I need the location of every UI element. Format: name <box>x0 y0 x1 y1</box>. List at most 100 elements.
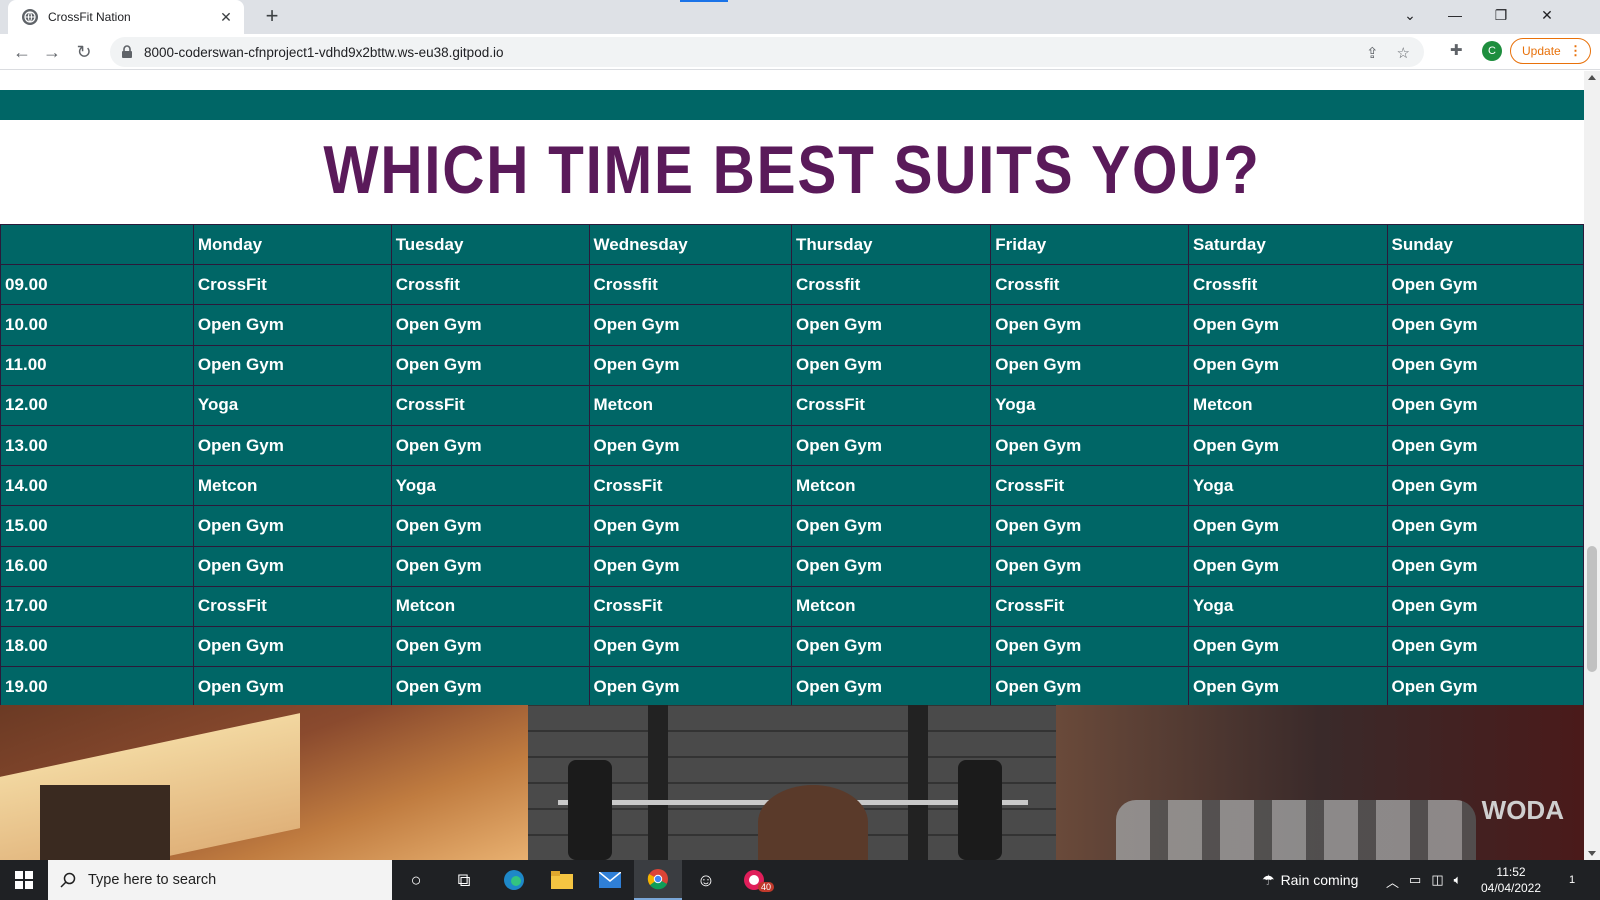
class-cell: Open Gym <box>1188 545 1388 587</box>
time-cell: 12.00 <box>0 384 194 426</box>
scrollbar-thumb[interactable] <box>1587 546 1597 672</box>
page-scrollbar[interactable] <box>1584 71 1600 860</box>
class-cell: Open Gym <box>990 625 1190 668</box>
class-cell: Open Gym <box>192 344 392 386</box>
minimize-button[interactable]: — <box>1432 0 1478 30</box>
weather-text: Rain coming <box>1280 872 1359 888</box>
close-tab-icon[interactable]: ✕ <box>218 9 234 25</box>
class-cell: Open Gym <box>1386 545 1584 587</box>
taskbar-clock[interactable]: 11:52 04/04/2022 <box>1478 864 1544 896</box>
chrome-icon[interactable] <box>634 860 682 900</box>
tab-search-icon[interactable]: ⌄ <box>1387 0 1433 30</box>
class-cell: Metcon <box>1188 384 1388 426</box>
table-row: 15.00 Open Gym Open Gym Open Gym Open Gym Ope… <box>0 505 1584 547</box>
network-icon[interactable]: ◫ <box>1431 872 1443 891</box>
class-cell: Yoga <box>192 384 392 426</box>
class-cell: Open Gym <box>790 545 992 587</box>
restore-button[interactable]: ❐ <box>1478 0 1524 30</box>
time-cell: 19.00 <box>0 666 194 708</box>
slack-icon[interactable]: 40 <box>730 860 778 900</box>
clock-date: 04/04/2022 <box>1480 881 1542 895</box>
class-cell: CrossFit <box>588 465 792 507</box>
back-button[interactable]: ← <box>10 40 34 64</box>
class-cell: Open Gym <box>990 304 1190 346</box>
table-row: 14.00 Metcon Yoga CrossFit Metcon CrossFit Yog… <box>0 465 1584 507</box>
class-cell: Open Gym <box>390 304 590 346</box>
update-label: Update <box>1522 44 1561 58</box>
close-window-button[interactable]: ✕ <box>1524 0 1570 30</box>
new-tab-button[interactable]: + <box>260 5 284 29</box>
schedule-header-row: Monday Tuesday Wednesday Thursday Friday… <box>0 223 1584 266</box>
header-time-cell <box>0 223 194 266</box>
class-cell: Open Gym <box>790 625 992 668</box>
bookmark-star-icon[interactable]: ☆ <box>1397 44 1410 62</box>
tab-strip: CrossFit Nation ✕ + ⌄ — ❐ ✕ <box>0 0 1600 34</box>
edge-icon[interactable] <box>490 860 538 900</box>
header-day: Saturday <box>1188 223 1388 266</box>
reload-button[interactable]: ↻ <box>72 40 96 64</box>
cortana-icon[interactable]: ○ <box>392 860 440 900</box>
battery-icon[interactable]: ▭ <box>1409 872 1421 891</box>
class-cell: Open Gym <box>1188 304 1388 346</box>
browser-tab[interactable]: CrossFit Nation ✕ <box>8 0 244 34</box>
forward-button[interactable]: → <box>40 40 64 64</box>
time-cell: 11.00 <box>0 344 194 386</box>
address-bar[interactable]: 8000-coderswan-cfnproject1-vdhd9x2bttw.w… <box>110 37 1424 67</box>
class-cell: Open Gym <box>390 666 590 708</box>
time-cell: 15.00 <box>0 505 194 547</box>
time-cell: 10.00 <box>0 304 194 346</box>
class-cell: CrossFit <box>990 465 1190 507</box>
scroll-up-icon[interactable] <box>1588 75 1596 80</box>
time-cell: 13.00 <box>0 424 194 467</box>
header-day: Monday <box>192 223 392 266</box>
class-cell: Open Gym <box>1386 585 1584 627</box>
url-text: 8000-coderswan-cfnproject1-vdhd9x2bttw.w… <box>144 44 504 60</box>
class-cell: Open Gym <box>1188 344 1388 386</box>
class-cell: Yoga <box>1188 585 1388 627</box>
class-cell: Metcon <box>790 465 992 507</box>
volume-icon[interactable]: 🔈︎ <box>1454 872 1462 891</box>
table-row: 19.00 Open Gym Open Gym Open Gym Open Gym Ope… <box>0 666 1584 708</box>
share-icon[interactable]: ⇪ <box>1366 44 1379 62</box>
class-cell: Yoga <box>1188 465 1388 507</box>
class-cell: Open Gym <box>990 344 1190 386</box>
class-cell: Open Gym <box>390 505 590 547</box>
header-day: Wednesday <box>588 223 792 266</box>
taskbar-search[interactable]: Type here to search <box>48 860 392 900</box>
time-cell: 09.00 <box>0 264 194 306</box>
class-cell: Open Gym <box>790 666 992 708</box>
class-cell: Crossfit <box>588 264 792 306</box>
gym-building-photo <box>0 705 528 860</box>
class-cell: Open Gym <box>1188 505 1388 547</box>
show-hidden-icons-icon[interactable]: ︿ <box>1386 872 1399 891</box>
class-cell: Open Gym <box>1386 505 1584 547</box>
search-placeholder: Type here to search <box>88 872 217 888</box>
update-button[interactable]: Update ⋮ <box>1510 38 1591 64</box>
emoji-app-icon[interactable]: ☺ <box>682 860 730 900</box>
scroll-down-icon[interactable] <box>1588 851 1596 856</box>
tab-title: CrossFit Nation <box>48 10 131 24</box>
kettlebells-photo: WODA <box>1056 705 1584 860</box>
class-cell: Open Gym <box>1386 264 1584 306</box>
class-cell: Open Gym <box>790 304 992 346</box>
class-cell: Open Gym <box>790 505 992 547</box>
notification-center-icon[interactable]: 1 <box>1554 860 1590 900</box>
extensions-puzzle-icon[interactable]: ✚ <box>1450 41 1468 59</box>
table-row: 17.00 CrossFit Metcon CrossFit Metcon CrossFi… <box>0 585 1584 627</box>
menu-dots-icon: ⋮ <box>1569 43 1582 58</box>
rain-cloud-icon: ☂ <box>1262 871 1275 888</box>
mail-icon[interactable] <box>586 860 634 900</box>
table-row: 11.00 Open Gym Open Gym Open Gym Open Gym Ope… <box>0 344 1584 386</box>
task-view-icon[interactable]: ⧉ <box>440 860 488 900</box>
profile-avatar[interactable]: C <box>1482 41 1502 61</box>
class-cell: Open Gym <box>1386 625 1584 668</box>
weather-widget[interactable]: ☂ Rain coming <box>1262 860 1358 900</box>
class-cell: Crossfit <box>390 264 590 306</box>
start-button[interactable] <box>0 860 48 900</box>
windows-logo-icon <box>15 871 33 889</box>
file-explorer-icon[interactable] <box>538 860 586 900</box>
class-cell: Open Gym <box>390 424 590 467</box>
table-row: 10.00 Open Gym Open Gym Open Gym Open Gym Ope… <box>0 304 1584 346</box>
schedule-table: Monday Tuesday Wednesday Thursday Friday… <box>0 223 1584 708</box>
class-cell: Open Gym <box>588 545 792 587</box>
